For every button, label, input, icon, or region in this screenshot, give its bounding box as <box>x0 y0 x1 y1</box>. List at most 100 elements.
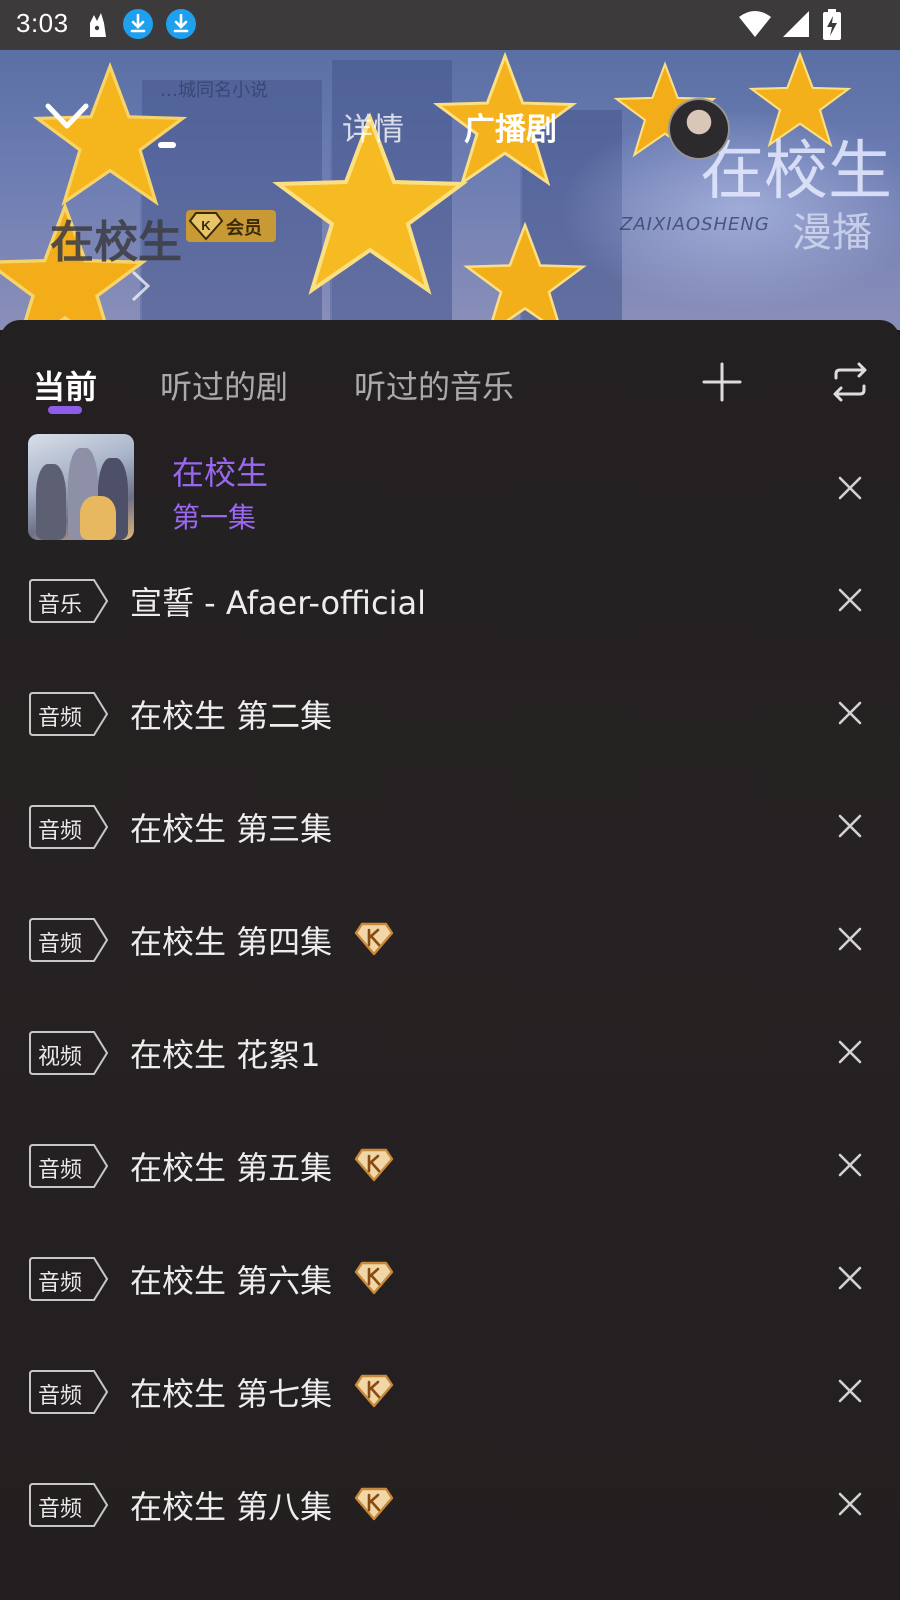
app-icon <box>90 13 106 37</box>
list-item[interactable]: 音频 在校生 第七集 <box>0 1335 900 1447</box>
tag-label: 音频 <box>38 706 83 731</box>
list-item[interactable]: 音频 在校生 第八集 <box>0 1448 900 1560</box>
current-title: 在校生 <box>172 454 269 492</box>
tag-label: 音频 <box>38 1158 83 1183</box>
list-item[interactable]: 音频 在校生 第三集 <box>0 770 900 882</box>
close-icon <box>838 701 862 725</box>
tab-listened-music[interactable]: 听过的音乐 <box>354 362 514 408</box>
status-icons <box>738 9 878 41</box>
hero-logo-subtitle: ZAIXIAOSHENG <box>620 214 770 235</box>
star-decoration <box>463 221 587 330</box>
item-title: 在校生 第三集 <box>130 810 333 848</box>
close-icon <box>838 1040 862 1064</box>
close-icon <box>838 1153 862 1177</box>
item-title: 在校生 第七集 <box>130 1375 333 1413</box>
type-tag: 音频 <box>28 1143 110 1189</box>
tag-label: 音频 <box>38 1497 83 1522</box>
vip-diamond-icon <box>354 1260 394 1296</box>
type-tag: 音频 <box>28 917 110 963</box>
vip-badge: K 会员 <box>186 210 276 242</box>
tab-radio-drama[interactable]: 广播剧 <box>464 104 557 149</box>
download-icon <box>166 9 196 39</box>
list-item[interactable]: 音频 在校生 第四集 <box>0 883 900 995</box>
plus-icon <box>702 362 742 402</box>
remove-button[interactable] <box>834 810 866 842</box>
repeat-icon <box>833 362 867 402</box>
remove-button[interactable] <box>834 1488 866 1520</box>
close-icon <box>838 476 862 500</box>
close-icon <box>838 588 862 612</box>
type-tag: 音频 <box>28 1369 110 1415</box>
svg-text:K: K <box>201 218 211 233</box>
remove-button[interactable] <box>834 472 866 504</box>
add-button[interactable] <box>698 358 746 406</box>
avatar[interactable] <box>668 98 730 160</box>
vip-diamond-icon <box>354 921 394 957</box>
hero-banner: …城同名小说 在校生 ZAIXIAOSHENG 漫播 详情 广播剧 在校生 K … <box>0 50 900 330</box>
item-title: 在校生 第四集 <box>130 923 333 961</box>
wifi-icon <box>739 11 771 37</box>
remove-button[interactable] <box>834 1375 866 1407</box>
status-time: 3:03 <box>16 8 69 38</box>
remove-button[interactable] <box>834 1036 866 1068</box>
tab-indicator <box>48 406 82 414</box>
cover-image <box>28 434 134 540</box>
vip-label: 会员 <box>226 218 262 239</box>
item-title: 在校生 第二集 <box>130 697 333 735</box>
hero-caption: …城同名小说 <box>160 80 268 101</box>
list-item[interactable]: 音乐 宣誓 - Afaer-official <box>0 544 900 656</box>
tab-details[interactable]: 详情 <box>342 104 404 149</box>
remove-button[interactable] <box>834 584 866 616</box>
item-title: 宣誓 - Afaer-official <box>130 584 426 622</box>
remove-button[interactable] <box>834 697 866 729</box>
hero-tab-indicator <box>158 142 176 148</box>
type-tag: 音乐 <box>28 578 110 624</box>
item-title: 在校生 花絮1 <box>130 1036 321 1074</box>
hero-brand-text: 漫播 <box>792 210 872 256</box>
tag-label: 音乐 <box>38 593 83 618</box>
remove-button[interactable] <box>834 923 866 955</box>
current-playing-item[interactable]: 在校生 第一集 <box>0 430 900 544</box>
list-item[interactable]: 音频 在校生 第六集 <box>0 1222 900 1334</box>
vip-diamond-icon <box>354 1373 394 1409</box>
app-screen: 3:03 …城同名小说 在校生 ZAIXIAOSHENG 漫播 详情 广播剧 在… <box>0 0 900 1600</box>
list-item[interactable]: 视频 在校生 花絮1 <box>0 996 900 1108</box>
chevron-right-icon[interactable] <box>128 268 154 304</box>
type-tag: 音频 <box>28 691 110 737</box>
repeat-mode-button[interactable] <box>826 358 874 406</box>
list-item[interactable]: 音频 在校生 第二集 <box>0 657 900 769</box>
remove-button[interactable] <box>834 1149 866 1181</box>
close-icon <box>838 1492 862 1516</box>
tag-label: 音频 <box>38 1271 83 1296</box>
current-episode: 第一集 <box>172 501 257 534</box>
tab-current[interactable]: 当前 <box>33 362 97 408</box>
list-item[interactable]: 音频 在校生 第五集 <box>0 1109 900 1221</box>
type-tag: 音频 <box>28 1256 110 1302</box>
status-bar: 3:03 <box>0 0 900 50</box>
collapse-chevron-icon[interactable] <box>44 98 90 134</box>
close-icon <box>838 1379 862 1403</box>
type-tag: 视频 <box>28 1030 110 1076</box>
item-title: 在校生 第八集 <box>130 1488 333 1526</box>
remove-button[interactable] <box>834 1262 866 1294</box>
playlist-tabs: 当前 听过的剧 听过的音乐 <box>0 320 900 430</box>
vip-k-icon: K <box>188 212 224 241</box>
drama-title: 在校生 <box>50 217 182 268</box>
cover-figure <box>36 464 66 540</box>
playlist-sheet: 当前 听过的剧 听过的音乐 在校生 第一集 音乐 宣誓 - Afaer-offi… <box>0 320 900 1600</box>
item-title: 在校生 第五集 <box>130 1149 333 1187</box>
type-tag: 音频 <box>28 1482 110 1528</box>
vip-diamond-icon <box>354 1147 394 1183</box>
signal-icon <box>783 11 809 37</box>
tab-listened-dramas[interactable]: 听过的剧 <box>160 362 288 408</box>
battery-charging-icon <box>823 9 841 40</box>
download-icon <box>123 9 153 39</box>
close-icon <box>838 927 862 951</box>
close-icon <box>838 1266 862 1290</box>
tag-label: 视频 <box>38 1045 83 1070</box>
tag-label: 音频 <box>38 932 83 957</box>
tag-label: 音频 <box>38 819 83 844</box>
item-title: 在校生 第六集 <box>130 1262 333 1300</box>
type-tag: 音频 <box>28 804 110 850</box>
close-icon <box>838 814 862 838</box>
